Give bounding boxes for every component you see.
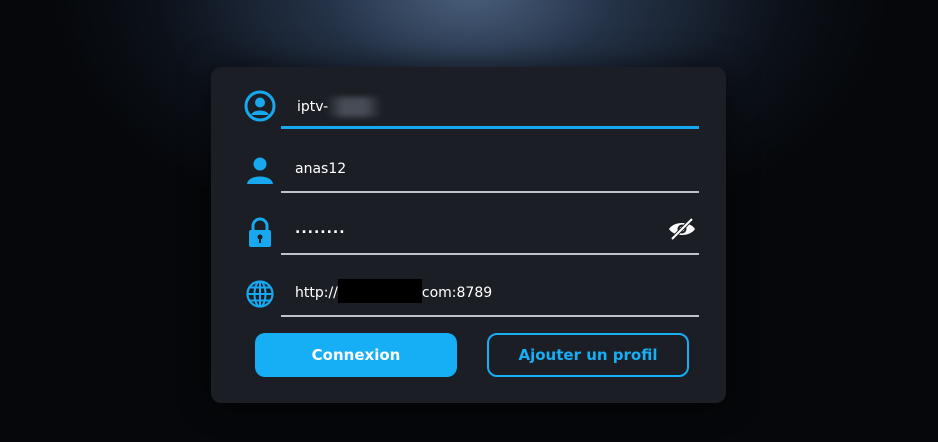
url-field[interactable]: http:// com:8789 [243,277,699,317]
server-name-text: iptv- [297,99,329,115]
lock-icon [243,215,277,249]
url-value: http:// com:8789 [295,279,493,303]
blurred-region [326,97,383,117]
username-field[interactable]: anas12 [243,153,699,193]
user-icon [243,153,277,187]
password-underline [281,253,699,255]
server-name-underline [281,126,699,129]
globe-icon [243,277,277,311]
username-underline [281,191,699,193]
username-value: anas12 [295,161,347,177]
server-name-value: iptv- [297,97,383,117]
add-profile-button[interactable]: Ajouter un profil [487,333,689,377]
login-panel: iptv- anas12 ........ http:// com:8789 C… [211,67,726,403]
server-name-field[interactable]: iptv- [243,89,699,129]
connect-button[interactable]: Connexion [255,333,457,377]
user-circle-icon [243,89,277,123]
url-underline [281,315,699,317]
password-field[interactable]: ........ [243,215,699,255]
eye-slash-icon[interactable] [667,217,697,241]
url-prefix: http:// [295,285,338,301]
url-suffix: com:8789 [421,285,493,301]
password-value: ........ [295,221,346,237]
login-screen: { "form": { "server_name": {"value": "ip… [0,0,938,442]
redacted-region [337,279,422,303]
